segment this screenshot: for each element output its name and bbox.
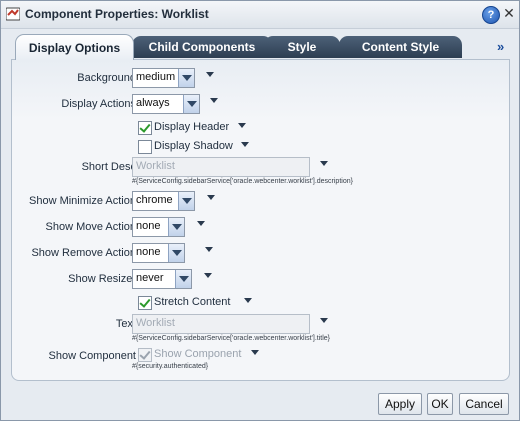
- show-minimize-row: Show Minimize Action chrome: [12, 191, 509, 213]
- help-icon[interactable]: ?: [482, 6, 500, 24]
- display-header-menu-icon[interactable]: [238, 123, 246, 131]
- tab-bar: Content Style Style Child Components Dis…: [1, 29, 519, 60]
- dialog-title: Component Properties: Worklist: [25, 7, 209, 21]
- background-value: medium: [136, 71, 176, 83]
- short-desc-label: Short Desc: [81, 161, 136, 173]
- display-shadow-checkbox[interactable]: [138, 140, 152, 154]
- display-actions-select[interactable]: always: [132, 94, 200, 114]
- text-input[interactable]: Worklist: [132, 314, 310, 334]
- display-actions-value: always: [136, 97, 170, 109]
- short-desc-value: Worklist: [136, 160, 175, 172]
- display-actions-menu-icon[interactable]: [210, 98, 218, 106]
- tab-display-options[interactable]: Display Options: [15, 34, 134, 60]
- dialog-footer: Apply OK Cancel: [1, 385, 519, 420]
- show-component-checkbox[interactable]: [138, 348, 152, 362]
- chevron-down-icon: [168, 218, 184, 236]
- text-el-expression: #{ServiceConfig.sidebarService['oracle.w…: [132, 335, 330, 342]
- show-component-label: Show Component: [48, 350, 136, 362]
- short-desc-input[interactable]: Worklist: [132, 157, 310, 177]
- app-logo-icon: [6, 7, 20, 21]
- close-icon[interactable]: ✕: [501, 6, 517, 22]
- ok-button[interactable]: OK: [427, 393, 453, 415]
- dialog-titlebar: Component Properties: Worklist ? ✕: [1, 1, 519, 29]
- show-minimize-value: chrome: [136, 194, 173, 206]
- apply-button[interactable]: Apply: [378, 393, 422, 415]
- show-component-row: Show Component Show Component: [12, 346, 509, 368]
- show-remove-row: Show Remove Action none: [12, 243, 509, 265]
- background-row: Background medium: [12, 68, 509, 90]
- text-row: Text Worklist: [12, 314, 509, 336]
- cancel-button[interactable]: Cancel: [459, 393, 509, 415]
- background-select[interactable]: medium: [132, 68, 195, 88]
- chevron-down-icon: [168, 244, 184, 262]
- text-value: Worklist: [136, 317, 175, 329]
- background-menu-icon[interactable]: [206, 72, 214, 80]
- tab-child-components[interactable]: Child Components: [132, 36, 272, 58]
- show-component-checkbox-label: Show Component: [154, 348, 242, 360]
- chevron-down-icon: [178, 69, 194, 87]
- stretch-content-checkbox[interactable]: [138, 296, 152, 310]
- display-actions-label: Display Actions: [61, 98, 136, 110]
- chevron-down-icon: [183, 95, 199, 113]
- short-desc-menu-icon[interactable]: [320, 161, 328, 169]
- tab-content-style[interactable]: Content Style: [339, 36, 462, 58]
- show-move-row: Show Move Action none: [12, 217, 509, 239]
- show-resizer-menu-icon[interactable]: [204, 273, 212, 281]
- display-header-checkbox[interactable]: [138, 121, 152, 135]
- show-resizer-row: Show Resizer never: [12, 269, 509, 291]
- show-component-el-expression: #{security.authenticated}: [132, 363, 209, 370]
- show-move-value: none: [136, 220, 161, 232]
- background-label: Background: [77, 72, 136, 84]
- chevron-down-icon: [178, 192, 194, 210]
- display-options-panel: Background medium Display Actions always…: [11, 59, 510, 381]
- display-shadow-label: Display Shadow: [154, 140, 233, 152]
- short-desc-row: Short Desc Worklist: [12, 157, 509, 179]
- display-shadow-menu-icon[interactable]: [241, 142, 249, 150]
- show-remove-select[interactable]: none: [132, 243, 185, 263]
- text-menu-icon[interactable]: [320, 318, 328, 326]
- stretch-content-label: Stretch Content: [154, 296, 231, 308]
- more-tabs-icon[interactable]: »: [497, 39, 504, 54]
- show-remove-value: none: [136, 246, 161, 258]
- stretch-content-row: Stretch Content: [12, 294, 509, 316]
- show-move-menu-icon[interactable]: [197, 221, 205, 229]
- display-header-label: Display Header: [154, 121, 230, 133]
- stretch-content-menu-icon[interactable]: [244, 298, 252, 306]
- show-component-menu-icon[interactable]: [251, 350, 259, 358]
- show-remove-label: Show Remove Action: [31, 247, 136, 259]
- component-properties-dialog: Component Properties: Worklist ? ✕ Conte…: [0, 0, 520, 421]
- show-resizer-value: never: [136, 272, 164, 284]
- display-actions-row: Display Actions always: [12, 94, 509, 116]
- short-desc-el-expression: #{ServiceConfig.sidebarService['oracle.w…: [132, 178, 353, 185]
- show-minimize-menu-icon[interactable]: [207, 195, 215, 203]
- show-resizer-select[interactable]: never: [132, 269, 192, 289]
- show-move-select[interactable]: none: [132, 217, 185, 237]
- show-minimize-label: Show Minimize Action: [29, 195, 136, 207]
- tab-style[interactable]: Style: [264, 36, 340, 58]
- show-minimize-select[interactable]: chrome: [132, 191, 195, 211]
- chevron-down-icon: [175, 270, 191, 288]
- show-move-label: Show Move Action: [45, 221, 137, 233]
- show-resizer-label: Show Resizer: [68, 273, 136, 285]
- show-remove-menu-icon[interactable]: [205, 247, 213, 255]
